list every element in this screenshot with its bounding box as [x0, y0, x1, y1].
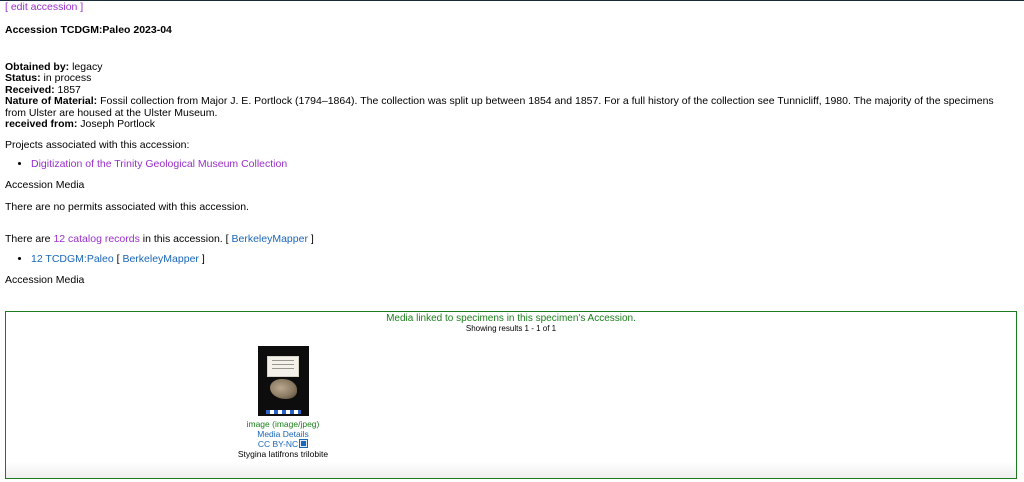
results-count: Showing results 1 - 1 of 1 [465, 324, 557, 333]
catalog-list: 12 TCDGM:Paleo [ BerkeleyMapper ] [5, 253, 1017, 266]
list-item: 12 TCDGM:Paleo [ BerkeleyMapper ] [31, 253, 1017, 266]
obtained-by-value: legacy [72, 60, 103, 73]
nature-label: Nature of Material: [5, 95, 98, 107]
fossil-specimen [269, 379, 297, 399]
catalog-suffix: in this accession. [139, 233, 223, 245]
media-details-link[interactable]: Media Details [257, 429, 309, 439]
catalog-summary: There are 12 catalog records in this acc… [5, 233, 1017, 246]
accession-media-heading-2: Accession Media [5, 273, 85, 286]
specimen-label-card [266, 356, 299, 377]
status-value: in process [43, 72, 92, 84]
projects-label: Projects associated with this accession: [5, 138, 190, 151]
media-caption: Stygina latifrons trilobite [237, 449, 329, 459]
license-link[interactable]: CC BY-NC [258, 439, 298, 449]
received-from-label: received from: [5, 118, 78, 130]
top-rule [0, 0, 1024, 1]
edit-accession-link[interactable]: [ edit accession ] [5, 1, 83, 13]
media-item: image (image/jpeg) Media Details CC BY-N… [224, 346, 342, 459]
mapper-bracket-close: ] [307, 233, 314, 245]
list-item: Digitization of the Trinity Geological M… [31, 158, 1017, 171]
permits-text: There are no permits associated with thi… [5, 200, 249, 213]
status-row: Status: in process [5, 72, 1017, 85]
berkeley-mapper-link[interactable]: BerkeleyMapper [231, 233, 307, 245]
project-link[interactable]: Digitization of the Trinity Geological M… [31, 158, 287, 170]
received-label: Received: [5, 83, 55, 96]
page-title: Accession TCDGM:Paleo 2023-04 [5, 24, 172, 36]
media-thumbnail[interactable] [257, 346, 309, 416]
accession-details: Obtained by: legacy Status: in process R… [5, 60, 1017, 131]
mapper-bracket-close: ] [198, 252, 205, 265]
received-from-value: Joseph Portlock [80, 118, 156, 130]
collection-mapper-link[interactable]: BerkeleyMapper [122, 253, 198, 265]
status-label: Status: [5, 72, 41, 84]
projects-list: Digitization of the Trinity Geological M… [5, 158, 1017, 171]
nature-value: Fossil collection from Major J. E. Portl… [5, 95, 994, 119]
obtained-by-row: Obtained by: legacy [5, 60, 1017, 74]
received-from-row: received from: Joseph Portlock [5, 118, 1017, 131]
accession-media-heading: Accession Media [5, 179, 85, 191]
media-results-box: Media linked to specimens in this specim… [5, 311, 1017, 479]
media-type-link[interactable]: image (image/jpeg) [247, 419, 320, 429]
collection-records-link[interactable]: 12 TCDGM:Paleo [31, 253, 114, 265]
catalog-records-link[interactable]: 12 catalog records [53, 233, 139, 245]
nature-row: Nature of Material: Fossil collection fr… [5, 95, 1017, 119]
received-value: 1857 [57, 83, 81, 96]
accession-page: [ edit accession ] Accession TCDGM:Paleo… [5, 1, 1017, 286]
catalog-prefix: There are [5, 233, 54, 245]
scale-bar [265, 410, 301, 414]
obtained-by-label: Obtained by: [5, 60, 70, 73]
edit-accession-row: [ edit accession ] [5, 1, 1017, 14]
media-box-heading: Media linked to specimens in this specim… [386, 313, 636, 324]
external-link-icon[interactable] [299, 439, 309, 448]
